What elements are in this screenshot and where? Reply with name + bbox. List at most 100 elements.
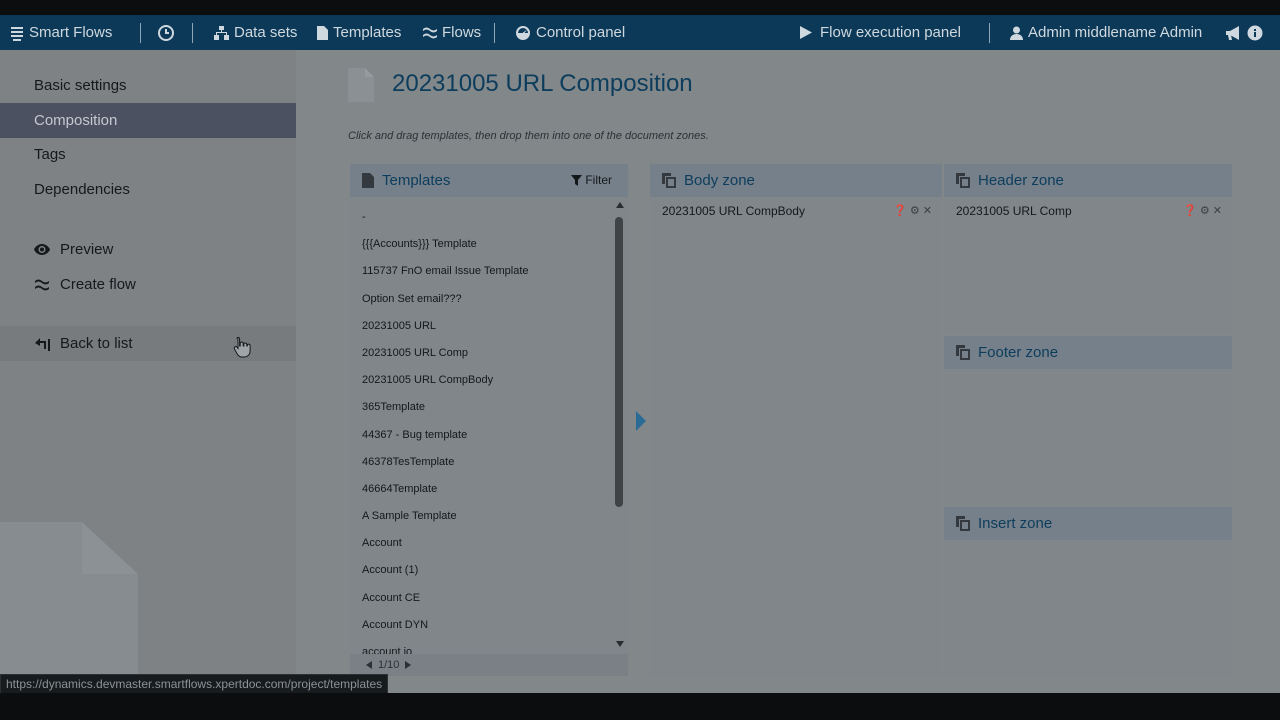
- templates-panel: Templates Filter - {{{Accounts}}} Templa…: [350, 164, 628, 676]
- megaphone-icon: [1226, 25, 1239, 40]
- copy-icon: [956, 345, 970, 360]
- sidebar-item-back-to-list[interactable]: Back to list: [0, 326, 296, 361]
- nav-datasets[interactable]: Data sets: [214, 15, 297, 50]
- nav-templates[interactable]: Templates: [317, 15, 401, 50]
- scroll-up-arrow-icon[interactable]: [616, 202, 624, 208]
- sidebar-item-tags[interactable]: Tags: [0, 137, 296, 172]
- nav-datasets-label: Data sets: [234, 24, 298, 41]
- close-icon[interactable]: ✕: [1213, 204, 1222, 218]
- pager-prev-icon[interactable]: [366, 661, 372, 669]
- sitemap-icon: [214, 25, 229, 40]
- sidebar-item-label: Create flow: [60, 276, 136, 293]
- pager-next-icon[interactable]: [405, 661, 412, 669]
- app-name: Smart Flows: [29, 24, 113, 41]
- insert-zone-header: Insert zone: [944, 507, 1232, 540]
- sidebar-item-dependencies[interactable]: Dependencies: [0, 172, 296, 207]
- template-list-item[interactable]: A Sample Template: [362, 503, 612, 530]
- nav-divider: [494, 23, 495, 43]
- template-list-item[interactable]: 46378TesTemplate: [362, 449, 612, 476]
- document-watermark-icon: [0, 522, 138, 693]
- gear-icon[interactable]: ⚙: [910, 204, 920, 218]
- sidebar-item-composition[interactable]: Composition: [0, 103, 296, 138]
- sidebar-item-label: Preview: [60, 241, 114, 258]
- sidebar-item-label: Dependencies: [34, 181, 130, 198]
- sidebar-item-basic-settings[interactable]: Basic settings: [0, 68, 296, 103]
- window-bottom-strip: [0, 693, 1280, 720]
- nav-control-panel[interactable]: Control panel: [515, 15, 625, 50]
- sidebar: Basic settings Composition Tags Dependen…: [0, 50, 296, 693]
- drop-arrow-icon: [636, 411, 646, 431]
- zone-item-label: 20231005 URL Comp: [956, 204, 1072, 218]
- waves-icon: [423, 27, 437, 38]
- template-list-item[interactable]: Account CE: [362, 585, 612, 612]
- template-list: - {{{Accounts}}} Template 115737 FnO ema…: [362, 204, 612, 666]
- header-zone-title: Header zone: [978, 172, 1064, 189]
- template-list-item[interactable]: Account (1): [362, 557, 612, 584]
- status-url-bar: https://dynamics.devmaster.smartflows.xp…: [0, 674, 389, 694]
- nav-flow-execution-panel[interactable]: Flow execution panel: [800, 15, 961, 50]
- window-top-strip: [0, 0, 1280, 15]
- header-zone[interactable]: Header zone 20231005 URL Comp ❓ ⚙ ✕: [944, 164, 1232, 334]
- app-brand[interactable]: Smart Flows: [10, 15, 112, 50]
- copy-icon: [956, 516, 970, 531]
- template-pager: 1/10: [350, 654, 628, 676]
- smart-flows-logo-icon: [11, 26, 23, 41]
- footer-zone-header: Footer zone: [944, 336, 1232, 369]
- zone-item[interactable]: 20231005 URL CompBody ❓ ⚙ ✕: [662, 204, 932, 218]
- user-name: Admin middlename Admin: [1028, 24, 1203, 41]
- header-zone-header: Header zone: [944, 164, 1232, 197]
- sidebar-item-label: Back to list: [60, 335, 133, 352]
- top-navbar: Smart Flows Data sets Templates Flows Co…: [0, 15, 1280, 50]
- nav-control-panel-label: Control panel: [536, 24, 626, 41]
- template-list-item[interactable]: 365Template: [362, 394, 612, 421]
- template-list-item[interactable]: Account: [362, 530, 612, 557]
- nav-flows-label: Flows: [442, 24, 482, 41]
- info-icon: [1247, 25, 1263, 40]
- sidebar-item-label: Basic settings: [34, 77, 127, 94]
- template-list-item[interactable]: 115737 FnO email Issue Template: [362, 258, 612, 285]
- template-list-item[interactable]: -: [362, 204, 612, 231]
- nav-divider: [192, 23, 193, 43]
- sidebar-item-label: Tags: [34, 146, 66, 163]
- template-list-item[interactable]: {{{Accounts}}} Template: [362, 231, 612, 258]
- template-list-item[interactable]: 44367 - Bug template: [362, 422, 612, 449]
- template-list-item[interactable]: 20231005 URL Comp: [362, 340, 612, 367]
- clock-icon: [158, 24, 174, 41]
- footer-zone[interactable]: Footer zone: [944, 336, 1232, 504]
- body-zone-title: Body zone: [684, 172, 755, 189]
- sidebar-item-preview[interactable]: Preview: [0, 232, 296, 267]
- template-list-item[interactable]: Option Set email???: [362, 286, 612, 313]
- template-list-item[interactable]: 20231005 URL: [362, 313, 612, 340]
- zone-item[interactable]: 20231005 URL Comp ❓ ⚙ ✕: [956, 204, 1222, 218]
- close-icon[interactable]: ✕: [923, 204, 932, 218]
- template-list-item[interactable]: 20231005 URL CompBody: [362, 367, 612, 394]
- info-button[interactable]: [1247, 15, 1263, 50]
- insert-zone[interactable]: Insert zone: [944, 507, 1232, 677]
- template-list-scrollbar[interactable]: [615, 217, 623, 507]
- play-icon: [800, 26, 812, 39]
- nav-flows[interactable]: Flows: [423, 15, 481, 50]
- filter-button[interactable]: Filter: [571, 173, 612, 187]
- zone-item-actions: ❓ ⚙ ✕: [893, 204, 932, 218]
- question-icon[interactable]: ❓: [893, 204, 907, 218]
- nav-divider: [989, 23, 990, 43]
- dashboard-icon: [516, 25, 530, 40]
- template-list-item[interactable]: 46664Template: [362, 476, 612, 503]
- sidebar-item-create-flow[interactable]: Create flow: [0, 267, 296, 302]
- body-zone[interactable]: Body zone 20231005 URL CompBody ❓ ⚙ ✕: [650, 164, 942, 676]
- eye-icon: [34, 242, 50, 258]
- scroll-down-arrow-icon[interactable]: [616, 641, 624, 647]
- history-button[interactable]: [158, 15, 174, 50]
- nav-templates-label: Templates: [333, 24, 402, 41]
- file-icon: [362, 173, 374, 188]
- gear-icon[interactable]: ⚙: [1200, 204, 1210, 218]
- user-menu[interactable]: Admin middlename Admin: [1010, 15, 1202, 50]
- announcements-button[interactable]: [1226, 15, 1242, 50]
- zone-item-actions: ❓ ⚙ ✕: [1183, 204, 1222, 218]
- drag-hint-text: Click and drag templates, then drop them…: [348, 130, 709, 142]
- pager-text: 1/10: [378, 659, 400, 671]
- app-content: Basic settings Composition Tags Dependen…: [0, 50, 1280, 693]
- template-list-item[interactable]: Account DYN: [362, 612, 612, 639]
- sidebar-item-label: Composition: [34, 112, 118, 129]
- question-icon[interactable]: ❓: [1183, 204, 1197, 218]
